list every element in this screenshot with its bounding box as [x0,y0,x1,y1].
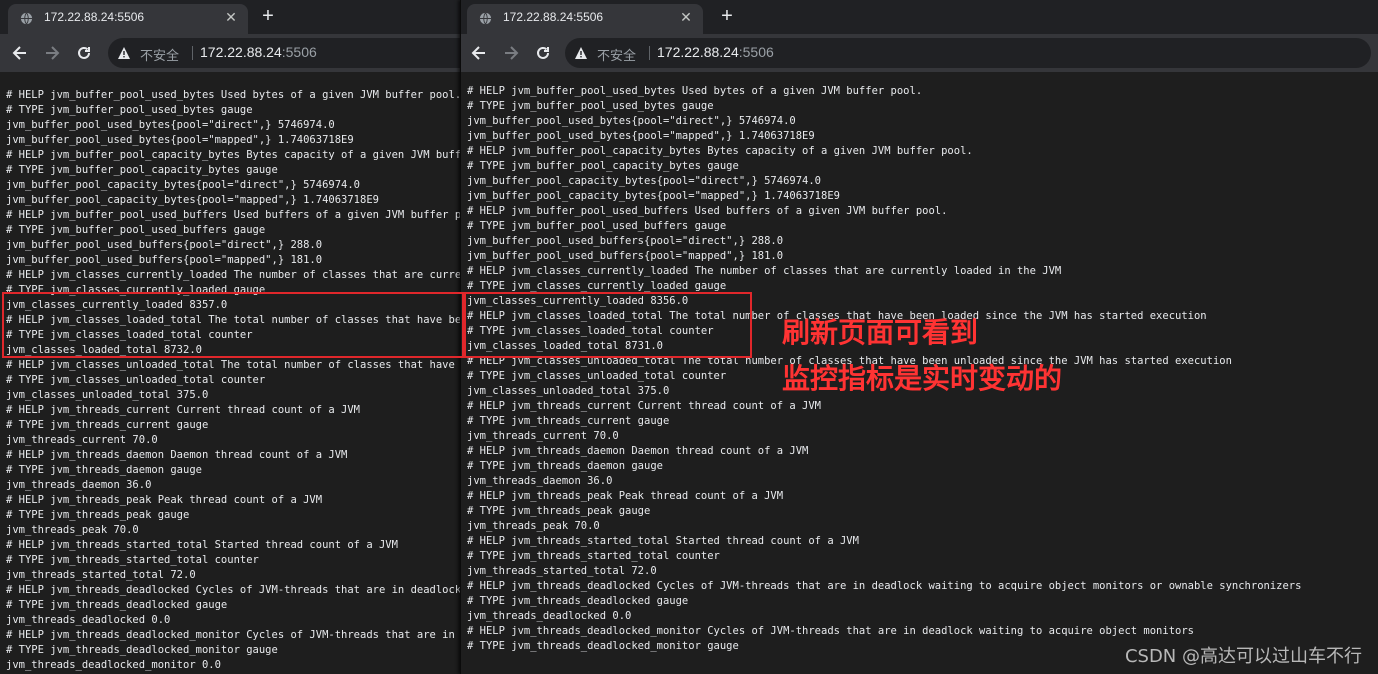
tab-active[interactable]: 172.22.88.24:5506 ✕ [8,4,248,34]
plus-icon[interactable]: + [717,6,737,26]
tab-active[interactable]: 172.22.88.24:5506 ✕ [467,4,703,34]
arrow-left-icon[interactable] [10,43,30,63]
divider [192,46,193,60]
insecure-label: 不安全 [597,49,637,64]
metrics-text: # HELP jvm_buffer_pool_used_bytes Used b… [6,89,464,671]
toolbar: 不安全 172.22.88.24:5506 [0,34,464,72]
url-text: 172.22.88.24:5506 [200,44,317,60]
url-port: :5506 [281,44,317,60]
highlight-box-left [2,292,466,358]
arrow-left-icon[interactable] [469,43,489,63]
plus-icon[interactable]: + [258,6,278,26]
url-host: 172.22.88.24 [200,44,282,60]
annotation-line-1: 刷新页面可看到 [782,316,979,349]
warning-triangle-icon[interactable] [117,46,131,60]
annotation: 刷新页面可看到 监控指标是实时变动的 [782,310,1062,402]
tab-strip: 172.22.88.24:5506 ✕ + [461,0,1378,34]
watermark: CSDN @高达可以过山车不行 [1124,646,1362,667]
url-port: :5506 [738,44,774,60]
page-content: # HELP jvm_buffer_pool_used_bytes Used b… [0,72,464,674]
highlight-box-right [462,292,752,358]
address-bar[interactable]: 不安全 172.22.88.24:5506 [565,38,1371,68]
address-bar[interactable]: 不安全 172.22.88.24:5506 [108,38,464,68]
close-icon[interactable]: ✕ [224,10,238,24]
toolbar: 不安全 172.22.88.24:5506 [461,34,1378,72]
url-host: 172.22.88.24 [657,44,739,60]
globe-icon [20,12,33,25]
tab-title: 172.22.88.24:5506 [44,10,145,24]
divider [649,46,650,60]
insecure-label: 不安全 [140,49,180,64]
annotation-line-2: 监控指标是实时变动的 [782,362,1063,395]
tab-title: 172.22.88.24:5506 [503,10,604,24]
url-text: 172.22.88.24:5506 [657,44,774,60]
arrow-right-icon[interactable] [501,43,521,63]
reload-icon[interactable] [533,43,553,63]
warning-triangle-icon[interactable] [574,46,588,60]
tab-strip: 172.22.88.24:5506 ✕ + [0,0,464,34]
reload-icon[interactable] [74,43,94,63]
close-icon[interactable]: ✕ [679,10,693,24]
arrow-right-icon[interactable] [42,43,62,63]
globe-icon [479,12,492,25]
